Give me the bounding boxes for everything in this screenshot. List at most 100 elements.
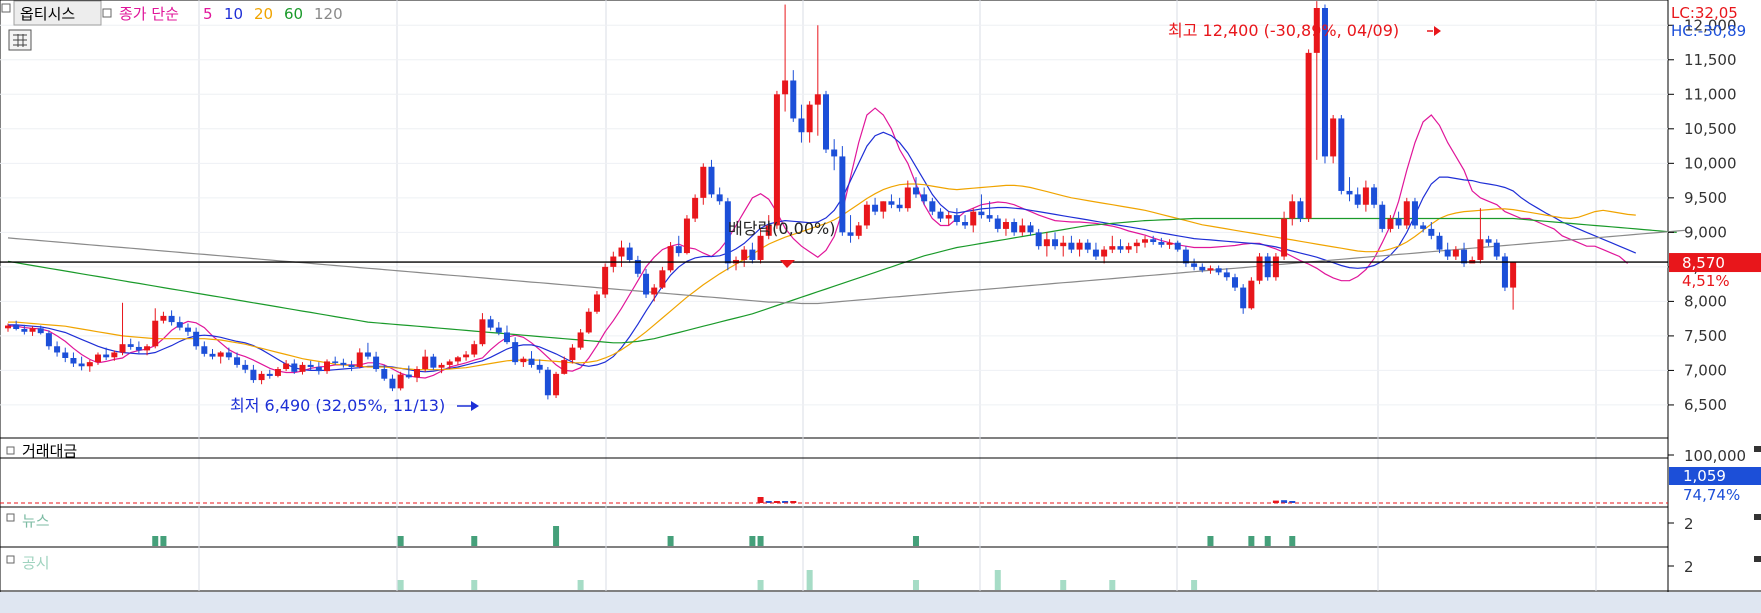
candle-body (13, 325, 20, 329)
candle-body (430, 356, 437, 368)
price-axis-label: 7,000 (1684, 361, 1727, 379)
candle-body (389, 378, 396, 389)
candle-body (749, 249, 756, 260)
disclosure-mark (806, 570, 813, 590)
candle-body (414, 369, 420, 378)
candle-body (152, 320, 159, 347)
candle-body (643, 273, 650, 295)
candle-body (937, 211, 944, 219)
candle-body (168, 315, 175, 323)
candle-body (1240, 287, 1247, 309)
lc-label: LC:32,05 (1671, 4, 1738, 22)
candle-body (242, 364, 249, 370)
price-axis-label: 10,000 (1684, 154, 1737, 172)
news-mark (1207, 536, 1214, 546)
title-checkbox[interactable] (1, 3, 11, 13)
candle-body (1027, 225, 1034, 233)
candle-body (356, 352, 363, 367)
candle-body (896, 204, 903, 209)
candle-body (348, 364, 355, 367)
candle-body (962, 222, 969, 226)
candle-body (1125, 246, 1132, 250)
disclosure-mark (577, 580, 584, 590)
candle-body (487, 319, 494, 328)
volume-scale-label: 100,000 (1684, 447, 1746, 465)
news-panel-menu-icon[interactable] (1754, 514, 1761, 520)
candle-body (225, 352, 232, 358)
candle-body (683, 218, 690, 254)
candle-body (577, 332, 584, 348)
candle-body (1248, 280, 1255, 309)
price-axis-label: 7,500 (1684, 327, 1727, 345)
candle-body (1117, 246, 1124, 250)
disclosure-scale-label: 2 (1684, 558, 1694, 576)
candle-body (1101, 249, 1108, 257)
disclosure-panel-checkbox[interactable] (6, 555, 15, 564)
candle-body (1092, 249, 1099, 257)
candle-body (741, 249, 748, 260)
candle-body (299, 364, 306, 372)
table-toggle-icon[interactable] (8, 29, 32, 51)
candle-body (135, 346, 142, 351)
current-price-change: 4,51% (1682, 272, 1730, 290)
candle-body (54, 346, 61, 353)
volume-bar (757, 497, 764, 503)
disclosure-mark (757, 580, 764, 590)
candle-body (1379, 204, 1386, 229)
candle-body (1452, 249, 1459, 257)
candle-body (86, 362, 93, 367)
candle-body (1297, 201, 1304, 219)
candle-body (1305, 52, 1312, 219)
candle-body (1109, 246, 1116, 250)
ma-period-60: 60 (284, 5, 303, 23)
candle-body (1166, 242, 1173, 245)
candle-body (929, 201, 936, 212)
candle-body (1199, 266, 1206, 271)
stock-chart[interactable]: 6,5007,0007,5008,0008,5009,0009,50010,00… (0, 0, 1761, 613)
news-mark (667, 536, 674, 546)
candle-body (561, 360, 568, 374)
candle-body (839, 156, 846, 233)
volume-panel-title: 거래대금 (22, 442, 77, 460)
disclosure-panel-menu-icon[interactable] (1754, 556, 1761, 562)
candle-body (872, 204, 879, 212)
candle-body (1215, 268, 1222, 273)
candle-body (144, 346, 151, 351)
candle-body (1387, 218, 1394, 229)
candle-body (62, 352, 69, 358)
candle-body (250, 369, 257, 381)
candle-body (1281, 218, 1288, 257)
volume-value: 1,059 (1683, 467, 1726, 485)
candle-body (217, 352, 224, 357)
candle-body (626, 247, 633, 260)
candle-body (1493, 242, 1500, 257)
candle-body (1264, 256, 1271, 278)
candle-body (1068, 242, 1075, 250)
candle-body (37, 328, 44, 334)
news-panel-checkbox[interactable] (6, 513, 15, 522)
volume-panel-checkbox[interactable] (6, 446, 15, 455)
price-axis-label: 10,500 (1684, 120, 1737, 138)
candle-body (1371, 187, 1378, 205)
candle-body (593, 294, 600, 312)
candle-body (454, 357, 461, 362)
volume-panel-menu-icon[interactable] (1754, 446, 1761, 452)
candle-body (667, 246, 674, 271)
disclosure-mark (1191, 580, 1198, 590)
news-mark (1264, 536, 1271, 546)
candle-body (1060, 242, 1067, 247)
candle-body (692, 197, 699, 219)
candle-body (463, 354, 470, 358)
candle-body (528, 358, 535, 365)
candle-body (1191, 263, 1198, 267)
candle-body (912, 187, 919, 195)
candle-body (782, 80, 789, 95)
candle-body (1428, 228, 1435, 236)
ma-period-20: 20 (254, 5, 273, 23)
candle-body (471, 344, 478, 355)
ma-checkbox[interactable] (102, 8, 112, 18)
disclosure-mark (1060, 580, 1067, 590)
candle-body (5, 325, 11, 329)
candle-body (978, 211, 985, 216)
candle-body (659, 270, 666, 288)
